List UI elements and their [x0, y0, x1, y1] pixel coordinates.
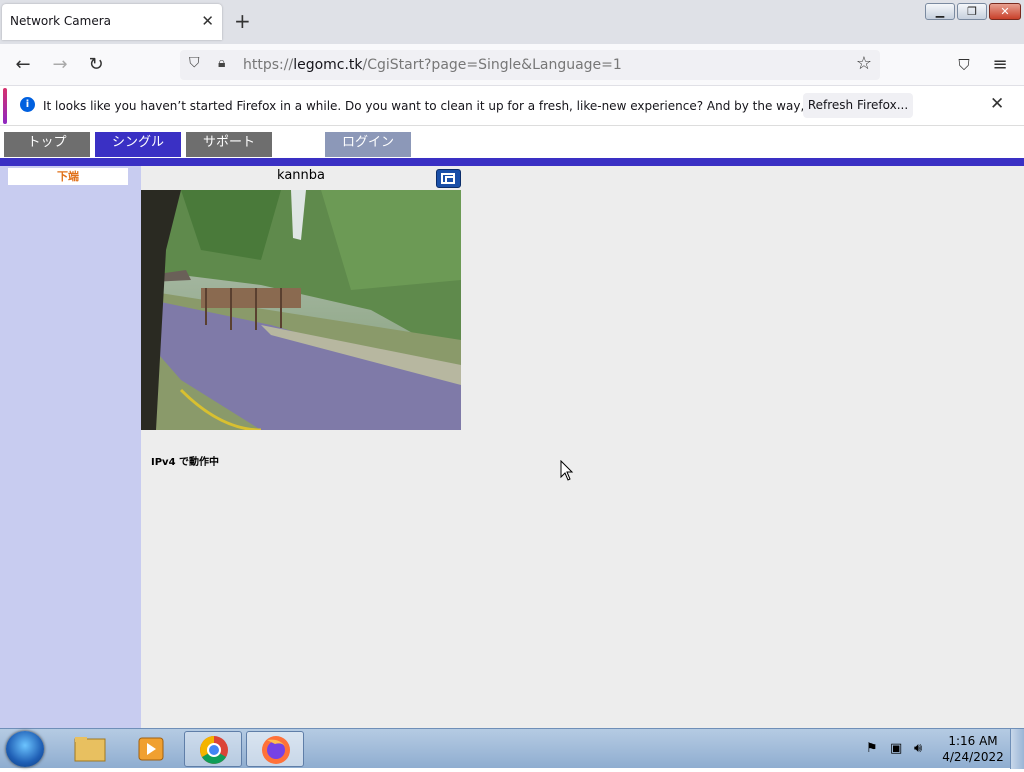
url-prefix: https:// [243, 57, 294, 73]
clock-date[interactable]: 4/24/2022 [940, 750, 1006, 764]
show-desktop-button[interactable] [1010, 729, 1024, 769]
play-icon [138, 737, 164, 761]
media-player-icon[interactable] [122, 731, 180, 767]
close-icon[interactable]: ✕ [990, 94, 1004, 114]
expand-icon [441, 173, 455, 184]
url-host: legomc.tk [293, 57, 363, 73]
notification-message: It looks like you haven’t started Firefo… [43, 99, 899, 113]
minimize-icon: ▁ [935, 5, 945, 18]
back-icon[interactable]: ← [10, 52, 36, 78]
hamburger-menu-icon[interactable]: ≡ [987, 52, 1013, 78]
url-path: /CgiStart?page=Single&Language=1 [362, 57, 622, 73]
restore-icon: ❐ [967, 5, 977, 18]
info-icon: i [20, 97, 35, 112]
forward-icon[interactable]: → [47, 52, 73, 78]
camera-page: トップ シングル サポート ログイン 下端 kannba IPv4 で動作中 [0, 127, 1024, 728]
pocket-icon[interactable]: ⛉ [951, 52, 977, 78]
camera-menu: トップ シングル サポート ログイン [0, 127, 1024, 158]
window-close-button[interactable]: ✕ [989, 3, 1021, 20]
minimize-button[interactable]: ▁ [925, 3, 955, 20]
chrome-logo-icon [200, 736, 228, 764]
tab-strip: Network Camera ✕ + ▁ ❐ ✕ [0, 0, 1024, 44]
sidebar: 下端 [0, 166, 141, 728]
reload-icon[interactable]: ↻ [83, 52, 109, 78]
mouse-cursor-icon [560, 460, 574, 481]
camera-name: kannba [277, 168, 325, 183]
navigation-bar: ← → ↻ ⛉ 🔒︎ https://legomc.tk/CgiStart?pa… [0, 44, 1024, 86]
plus-icon[interactable]: + [234, 9, 251, 33]
menu-single[interactable]: シングル [95, 132, 181, 157]
browser-tab[interactable]: Network Camera ✕ [2, 4, 222, 40]
lock-icon[interactable]: 🔒︎ [218, 55, 232, 73]
clock-time[interactable]: 1:16 AM [940, 734, 1006, 748]
restore-button[interactable]: ❐ [957, 3, 987, 20]
menu-support[interactable]: サポート [186, 132, 272, 157]
address-bar[interactable]: ⛉ 🔒︎ https://legomc.tk/CgiStart?page=Sin… [180, 50, 880, 80]
close-icon[interactable]: ✕ [201, 12, 214, 30]
notification-accent [3, 88, 7, 124]
action-center-icon[interactable]: ⚑ [866, 741, 878, 756]
close-icon: ✕ [1000, 5, 1010, 18]
firefox-logo-icon [262, 736, 290, 764]
notification-bar: i It looks like you haven’t started Fire… [0, 86, 1024, 126]
network-icon[interactable]: ▣ [890, 741, 902, 756]
status-text: IPv4 で動作中 [151, 457, 220, 468]
menu-login[interactable]: ログイン [325, 132, 411, 157]
chrome-icon[interactable] [184, 731, 242, 767]
start-button[interactable] [6, 731, 44, 767]
expand-button[interactable] [436, 169, 461, 188]
refresh-firefox-button[interactable]: Refresh Firefox... [803, 93, 913, 118]
bottom-button[interactable]: 下端 [8, 168, 128, 185]
url-text[interactable]: https://legomc.tk/CgiStart?page=Single&L… [243, 57, 622, 73]
menu-divider [0, 158, 1024, 166]
explorer-icon[interactable] [61, 731, 119, 767]
bookmark-star-icon[interactable]: ☆ [856, 53, 872, 74]
taskbar: ⚑ ▣ 🔊︎ 1:16 AM 4/24/2022 [0, 728, 1024, 769]
firefox-icon[interactable] [246, 731, 304, 767]
volume-icon[interactable]: 🔊︎ [914, 741, 922, 756]
shield-icon[interactable]: ⛉ [189, 55, 205, 73]
menu-top[interactable]: トップ [4, 132, 90, 157]
camera-image [141, 190, 461, 430]
tab-title: Network Camera [10, 14, 112, 28]
folder-icon [74, 737, 106, 762]
